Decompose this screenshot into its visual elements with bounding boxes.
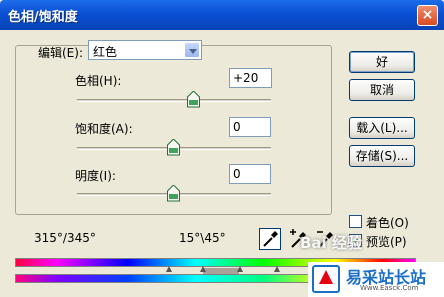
hue-label: 色相(H): xyxy=(75,74,122,88)
site-logo: 易采站长站 Www.Easck.Com xyxy=(308,262,444,297)
title-bar: 色相/饱和度 × xyxy=(0,0,444,30)
edit-label: 编辑(E): xyxy=(38,46,83,60)
load-button[interactable]: 载入(L)... xyxy=(349,117,415,139)
edit-select[interactable]: 红色 xyxy=(88,40,202,60)
range-marker-left[interactable] xyxy=(166,266,172,272)
preview-label: 预览(P) xyxy=(366,235,407,249)
save-button[interactable]: 存储(S)... xyxy=(349,145,415,167)
cancel-button[interactable]: 取消 xyxy=(349,79,415,101)
edit-select-value: 红色 xyxy=(93,45,118,59)
hue-slider-track[interactable] xyxy=(77,99,271,102)
eyedropper-button[interactable] xyxy=(259,228,281,250)
chevron-down-icon[interactable] xyxy=(184,42,200,58)
ok-button[interactable]: 好 xyxy=(349,51,415,73)
close-button[interactable]: × xyxy=(417,5,438,26)
saturation-slider-thumb[interactable] xyxy=(167,139,180,156)
saturation-label: 饱和度(A): xyxy=(75,122,133,136)
range-marker-inner-right[interactable] xyxy=(237,266,243,272)
range-left-readout: 315°/345° xyxy=(34,231,96,245)
baidu-watermark: Bai 经验 xyxy=(300,234,362,252)
eyedropper-icon xyxy=(263,231,278,247)
range-right-readout: 15°\45° xyxy=(179,231,226,245)
window-title: 色相/饱和度 xyxy=(8,10,78,25)
lightness-slider-thumb[interactable] xyxy=(167,185,180,202)
lightness-label: 明度(I): xyxy=(75,169,116,183)
range-marker-inner-left[interactable] xyxy=(200,266,206,272)
colorize-label: 着色(O) xyxy=(366,216,409,230)
saturation-input[interactable]: 0 xyxy=(229,117,271,137)
hue-slider-thumb[interactable] xyxy=(187,91,200,108)
range-marker-right[interactable] xyxy=(274,266,280,272)
logo-url: Www.Easck.Com xyxy=(360,284,419,292)
lightness-input[interactable]: 0 xyxy=(229,164,271,184)
hue-input[interactable]: +20 xyxy=(229,68,272,88)
colorize-checkbox[interactable] xyxy=(349,215,362,228)
logo-icon xyxy=(312,265,340,293)
